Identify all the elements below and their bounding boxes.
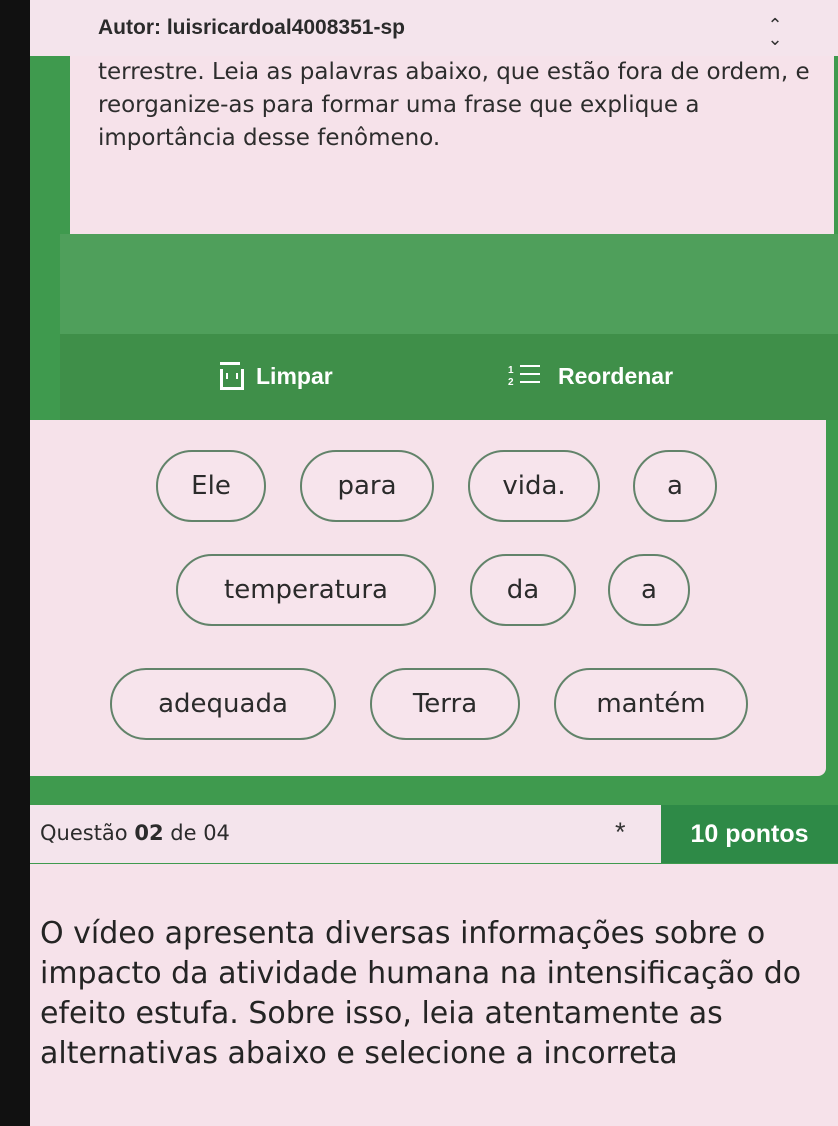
word-chip[interactable]: a: [633, 450, 717, 522]
author-label: Autor: luisricardoal4008351-sp: [98, 16, 405, 39]
screen: Autor: luisricardoal4008351-sp ⌃ ⌄ terres…: [30, 0, 838, 1126]
question-prefix: Questão: [40, 821, 128, 845]
question-text: O vídeo apresenta diversas informações s…: [40, 916, 802, 1071]
question-body: O vídeo apresenta diversas informações s…: [30, 864, 838, 1126]
answer-toolbar: Limpar 1 2 Reordenar: [60, 334, 838, 420]
points-badge: 10 pontos: [661, 805, 838, 863]
reorder-label: Reordenar: [558, 362, 674, 389]
list-number-1: 1: [508, 365, 514, 376]
word-chip[interactable]: Ele: [156, 450, 266, 522]
clear-label: Limpar: [256, 362, 333, 389]
word-chip[interactable]: vida.: [468, 450, 600, 522]
word-chip[interactable]: a: [608, 554, 690, 626]
word-chip[interactable]: da: [470, 554, 576, 626]
question-number: 02: [134, 821, 164, 845]
question-prompt: terrestre. Leia as palavras abaixo, que …: [70, 56, 834, 234]
word-chip[interactable]: mantém: [554, 668, 748, 740]
author-bar: Autor: luisricardoal4008351-sp ⌃ ⌄: [30, 0, 838, 56]
word-chip[interactable]: adequada: [110, 668, 336, 740]
word-chip[interactable]: para: [300, 450, 434, 522]
reorder-button[interactable]: 1 2 Reordenar: [508, 356, 673, 396]
question-total: de 04: [170, 821, 230, 845]
required-asterisk: *: [615, 817, 626, 847]
clear-button[interactable]: Limpar: [218, 356, 333, 396]
list-number-2: 2: [508, 377, 514, 388]
question-counter: Questão 02 de 04: [40, 821, 230, 845]
word-chip[interactable]: temperatura: [176, 554, 436, 626]
prompt-text: terrestre. Leia as palavras abaixo, que …: [98, 59, 810, 151]
trash-icon: [218, 362, 244, 390]
word-chip[interactable]: Terra: [370, 668, 520, 740]
numbered-list-icon: 1 2: [508, 359, 544, 393]
answer-drop-zone[interactable]: [60, 234, 838, 334]
word-bank: Ele para vida. a temperatura da a adequa…: [30, 420, 826, 776]
chevron-up-down-icon[interactable]: ⌃ ⌄: [760, 16, 790, 48]
